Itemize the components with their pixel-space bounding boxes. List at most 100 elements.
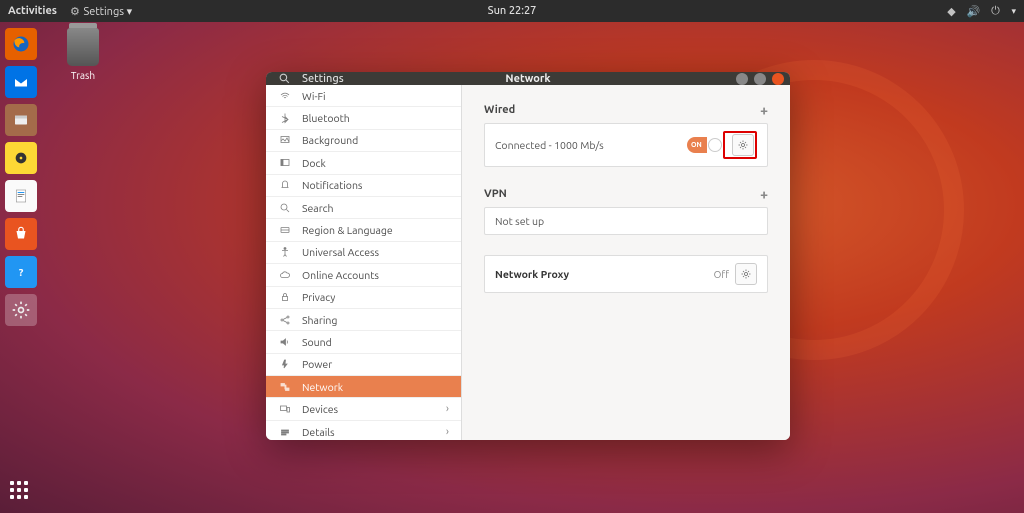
- add-vpn-button[interactable]: +: [760, 187, 768, 201]
- sidebar-title: Settings: [302, 73, 462, 85]
- globe-icon: [278, 223, 292, 237]
- sidebar-item-bluetooth[interactable]: Bluetooth: [266, 107, 461, 129]
- power-icon: [278, 357, 292, 371]
- files-launcher[interactable]: [5, 104, 37, 136]
- svg-text:?: ?: [19, 266, 24, 278]
- lock-icon: [278, 290, 292, 304]
- settings-launcher[interactable]: [5, 294, 37, 326]
- sidebar-item-label: Search: [302, 202, 334, 214]
- accessibility-icon: [278, 245, 292, 259]
- vpn-header: VPN: [484, 188, 507, 200]
- sidebar-item-label: Privacy: [302, 291, 335, 303]
- trash-icon: [67, 28, 99, 66]
- sidebar-item-label: Power: [302, 358, 332, 370]
- sidebar-item-label: Background: [302, 134, 358, 146]
- wired-connection-row: Connected - 1000 Mb/s ON: [484, 123, 768, 167]
- app-menu-label: Settings: [84, 6, 125, 18]
- settings-sidebar: Wi-Fi Bluetooth Background Dock Notifica…: [266, 85, 462, 440]
- gear-icon: [740, 268, 752, 280]
- power-icon[interactable]: ⏻: [989, 5, 1001, 17]
- wired-toggle[interactable]: ON: [687, 137, 723, 153]
- sidebar-item-label: Region & Language: [302, 224, 393, 236]
- trash-desktop-icon[interactable]: Trash: [58, 28, 108, 81]
- network-status-icon[interactable]: ◆: [945, 5, 957, 17]
- wired-status: Connected - 1000 Mb/s: [495, 139, 604, 151]
- chevron-down-icon: ▾: [127, 6, 133, 18]
- search-icon: [278, 72, 291, 85]
- wifi-icon: [278, 89, 292, 103]
- sidebar-item-background[interactable]: Background: [266, 130, 461, 152]
- devices-icon: [278, 402, 292, 416]
- maximize-button[interactable]: [754, 73, 766, 85]
- sidebar-item-details[interactable]: Details ›: [266, 421, 461, 440]
- sidebar-item-label: Online Accounts: [302, 269, 379, 281]
- sidebar-item-label: Devices: [302, 403, 338, 415]
- sidebar-item-label: Network: [302, 381, 343, 393]
- settings-window: Settings Network Wi-Fi Bluetooth Backgro…: [266, 72, 790, 440]
- sidebar-item-region[interactable]: Region & Language: [266, 219, 461, 241]
- sidebar-item-sound[interactable]: Sound: [266, 331, 461, 353]
- wired-header: Wired: [484, 104, 515, 116]
- sidebar-item-notifications[interactable]: Notifications: [266, 175, 461, 197]
- sidebar-item-label: Universal Access: [302, 246, 379, 258]
- dock-icon: [278, 156, 292, 170]
- show-applications-button[interactable]: [10, 481, 32, 503]
- sidebar-item-privacy[interactable]: Privacy: [266, 287, 461, 309]
- cloud-icon: [278, 268, 292, 282]
- app-menu[interactable]: ⚙ Settings ▾: [69, 5, 132, 18]
- sidebar-item-label: Bluetooth: [302, 112, 350, 124]
- proxy-label: Network Proxy: [495, 268, 569, 280]
- chevron-right-icon: ›: [446, 426, 449, 438]
- toggle-knob: [708, 138, 722, 152]
- rhythmbox-launcher[interactable]: [5, 142, 37, 174]
- add-wired-button[interactable]: +: [760, 103, 768, 117]
- close-button[interactable]: [772, 73, 784, 85]
- sidebar-item-wifi[interactable]: Wi-Fi: [266, 85, 461, 107]
- network-panel: Wired + Connected - 1000 Mb/s ON VPN +: [462, 85, 790, 440]
- network-icon: [278, 380, 292, 394]
- help-launcher[interactable]: ?: [5, 256, 37, 288]
- background-icon: [278, 133, 292, 147]
- sidebar-item-label: Sharing: [302, 314, 337, 326]
- sidebar-item-label: Notifications: [302, 179, 363, 191]
- software-launcher[interactable]: [5, 218, 37, 250]
- toggle-on-label: ON: [691, 141, 702, 149]
- dock: ?: [0, 22, 42, 513]
- top-panel: Activities ⚙ Settings ▾ Sun 22:27 ◆ 🔊 ⏻ …: [0, 0, 1024, 22]
- sidebar-item-online-accounts[interactable]: Online Accounts: [266, 264, 461, 286]
- firefox-launcher[interactable]: [5, 28, 37, 60]
- clock[interactable]: Sun 22:27: [488, 5, 537, 17]
- sidebar-item-power[interactable]: Power: [266, 354, 461, 376]
- activities-button[interactable]: Activities: [8, 5, 57, 17]
- proxy-settings-button[interactable]: [735, 263, 757, 285]
- sidebar-item-label: Details: [302, 426, 335, 438]
- sidebar-item-label: Sound: [302, 336, 332, 348]
- sidebar-item-devices[interactable]: Devices ›: [266, 398, 461, 420]
- highlight-callout: [723, 131, 757, 159]
- thunderbird-launcher[interactable]: [5, 66, 37, 98]
- speaker-icon: [278, 335, 292, 349]
- share-icon: [278, 313, 292, 327]
- info-icon: [278, 425, 292, 439]
- search-icon: [278, 201, 292, 215]
- trash-label: Trash: [58, 70, 108, 81]
- vpn-row: Not set up: [484, 207, 768, 235]
- search-button[interactable]: [266, 72, 302, 85]
- wired-settings-button[interactable]: [732, 134, 754, 156]
- sidebar-item-search[interactable]: Search: [266, 197, 461, 219]
- libreoffice-launcher[interactable]: [5, 180, 37, 212]
- window-titlebar[interactable]: Settings Network: [266, 72, 790, 85]
- chevron-right-icon: ›: [446, 403, 449, 415]
- proxy-value: Off: [714, 269, 729, 280]
- sidebar-item-dock[interactable]: Dock: [266, 152, 461, 174]
- sidebar-item-label: Dock: [302, 157, 326, 169]
- bluetooth-icon: [278, 111, 292, 125]
- sidebar-item-label: Wi-Fi: [302, 90, 326, 102]
- minimize-button[interactable]: [736, 73, 748, 85]
- sidebar-item-sharing[interactable]: Sharing: [266, 309, 461, 331]
- sidebar-item-network[interactable]: Network: [266, 376, 461, 398]
- chevron-down-icon[interactable]: ▾: [1011, 6, 1016, 17]
- proxy-row: Network Proxy Off: [484, 255, 768, 293]
- sidebar-item-universal-access[interactable]: Universal Access: [266, 242, 461, 264]
- volume-icon[interactable]: 🔊: [967, 5, 979, 17]
